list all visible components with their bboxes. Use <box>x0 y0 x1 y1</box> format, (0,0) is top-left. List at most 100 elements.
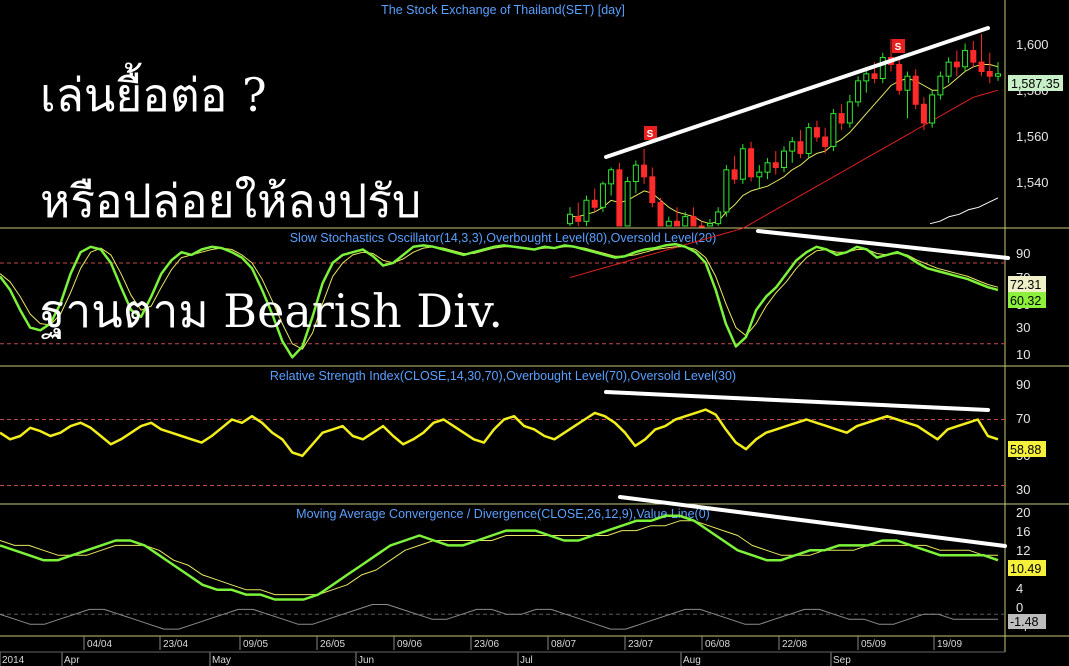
price-tick: 1,540 <box>1016 175 1049 190</box>
ma-fast-line <box>570 64 999 225</box>
overlay-text-line-1: เล่นยื้อต่อ ? <box>40 68 267 122</box>
price-tick: 1,560 <box>1016 129 1049 144</box>
month-tick-label: Jun <box>358 655 374 666</box>
overlay-text-line-3: ฐานตาม Bearish Div. <box>40 284 504 338</box>
bull-candle <box>789 141 796 152</box>
bear-candle <box>748 148 755 178</box>
date-tick-label: 05/09 <box>861 639 886 650</box>
bear-candle <box>953 61 960 68</box>
value-line <box>0 604 998 630</box>
bear-candle <box>772 162 779 168</box>
bear-candle <box>978 61 985 72</box>
date-tick-label: 06/08 <box>705 639 730 650</box>
bull-candle <box>567 213 573 225</box>
bull-candle <box>945 61 952 77</box>
bull-candle <box>583 199 590 222</box>
bull-candle <box>879 56 886 80</box>
date-tick-label: 23/06 <box>474 639 499 650</box>
date-axis: 04/04 23/04 09/05 26/05 09/06 23/06 08/07 23/07… <box>0 636 1005 666</box>
price-last-value: 1,587.35 <box>1011 77 1060 91</box>
bull-candle <box>608 169 615 185</box>
bear-candle <box>591 199 598 208</box>
date-tick-label: 09/06 <box>397 639 422 650</box>
chart-window: The Stock Exchange of Thailand(SET) [day… <box>0 0 1069 666</box>
month-tick-label: Sep <box>833 655 851 666</box>
date-tick-label: 19/09 <box>937 639 962 650</box>
value-line-last: -1.48 <box>1010 615 1039 629</box>
bull-candle <box>855 80 862 103</box>
bear-candle <box>731 169 738 180</box>
bear-candle <box>838 113 845 124</box>
bear-candle <box>698 225 705 228</box>
bull-candle <box>846 101 853 124</box>
stoch-tick: 10 <box>1016 347 1030 362</box>
bull-candle <box>781 150 787 168</box>
price-panel-title: The Stock Exchange of Thailand(SET) [day… <box>381 3 625 17</box>
bear-candle <box>970 49 977 63</box>
stoch-last-value-1: 72.31 <box>1010 278 1041 292</box>
bull-candle <box>805 127 812 154</box>
rsi-tick: 30 <box>1016 482 1030 497</box>
rsi-yaxis: 90 70 50 30 <box>1016 377 1030 497</box>
date-tick-label: 23/04 <box>163 639 188 650</box>
bull-candle <box>937 75 944 96</box>
month-tick-label: Apr <box>64 655 80 666</box>
date-tick-label: 22/08 <box>782 639 807 650</box>
bear-candle <box>912 75 919 105</box>
bull-candle <box>995 73 1001 77</box>
rsi-panel-title: Relative Strength Index(CLOSE,14,30,70),… <box>270 369 736 383</box>
bull-candle <box>929 94 936 124</box>
macd-panel-title: Moving Average Convergence / Divergence(… <box>296 507 710 521</box>
sell-signal-label: S <box>895 42 902 53</box>
macd-tick: 4 <box>1016 581 1023 596</box>
bear-candle <box>920 103 927 124</box>
price-tick: 1,600 <box>1016 37 1049 52</box>
date-tick-label: 23/07 <box>628 639 653 650</box>
bear-candle <box>649 176 656 204</box>
bear-candle <box>813 127 820 138</box>
stoch-panel-title: Slow Stochastics Oscillator(14,3,3),Over… <box>290 231 717 245</box>
date-tick-label: 04/04 <box>87 639 112 650</box>
bull-candle <box>904 75 911 91</box>
bull-candle <box>863 73 870 82</box>
trendlines <box>604 26 1010 548</box>
bear-candle <box>690 216 697 227</box>
bear-candle <box>575 216 582 222</box>
month-tick-label: May <box>212 655 231 666</box>
bear-candle <box>641 164 648 178</box>
bear-candle <box>822 136 829 147</box>
sell-signal-label: S <box>647 129 654 140</box>
bull-candle <box>756 171 763 178</box>
bull-candle <box>706 223 713 227</box>
stoch-tick: 90 <box>1016 246 1030 261</box>
price-yaxis: 1,600 1,580 1,560 1,540 <box>1016 37 1049 190</box>
bull-candle <box>599 183 606 208</box>
month-tick-label: Aug <box>683 655 701 666</box>
bear-candle <box>871 73 878 80</box>
bull-candle <box>715 211 722 225</box>
macd-tick: 0 <box>1016 600 1023 615</box>
rsi-tick: 90 <box>1016 377 1030 392</box>
bull-candle <box>830 113 837 147</box>
date-tick-label: 26/05 <box>320 639 345 650</box>
bear-candle <box>616 169 623 227</box>
month-tick-label: Jul <box>520 655 533 666</box>
bull-candle <box>665 220 672 227</box>
month-tick-label: 2014 <box>2 655 25 666</box>
long-ma-line <box>929 197 999 225</box>
bear-candle <box>657 202 664 227</box>
bull-candle <box>739 148 746 180</box>
bear-candle <box>896 63 903 91</box>
bull-candle <box>962 49 969 68</box>
bear-candle <box>674 220 680 227</box>
rsi-last-value: 58.88 <box>1010 443 1041 457</box>
macd-tick: 12 <box>1016 543 1030 558</box>
stoch-last-value-2: 60.32 <box>1010 294 1041 308</box>
macd-tick: 16 <box>1016 524 1030 539</box>
macd-tick: 20 <box>1016 505 1030 520</box>
bull-candle <box>624 181 631 227</box>
bear-candle <box>797 141 804 154</box>
bull-candle <box>632 164 639 183</box>
macd-line <box>0 514 999 601</box>
date-tick-label: 09/05 <box>243 639 268 650</box>
